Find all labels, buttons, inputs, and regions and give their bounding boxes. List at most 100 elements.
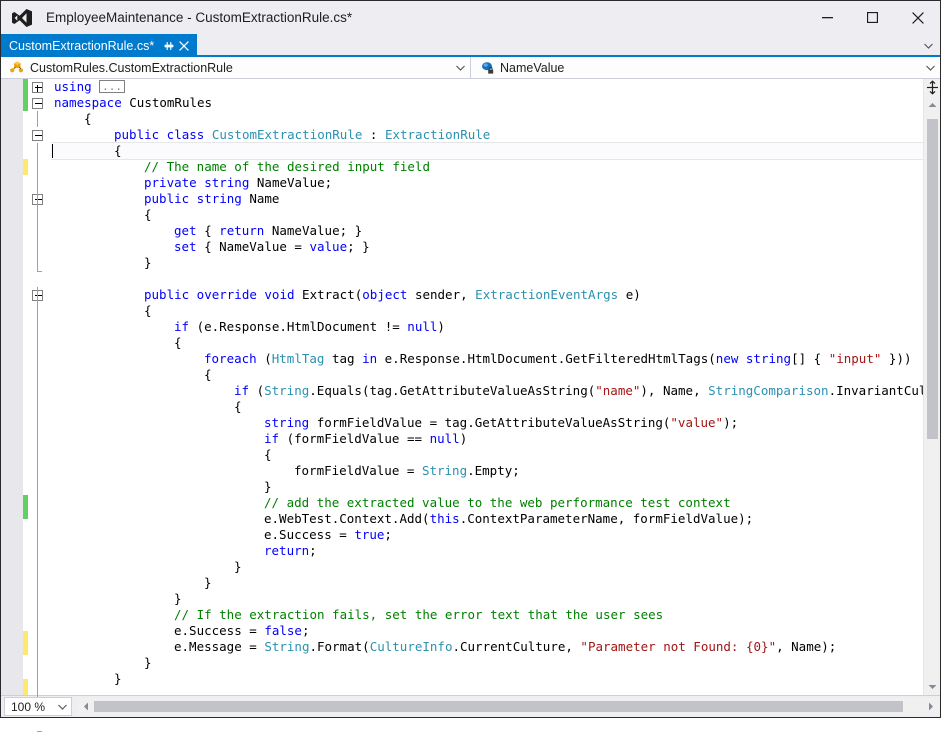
code-line[interactable]: } xyxy=(51,559,923,575)
window-controls xyxy=(805,1,940,34)
code-line[interactable]: if (String.Equals(tag.GetAttributeValueA… xyxy=(51,383,923,399)
code-token: "name" xyxy=(595,383,641,398)
code-line[interactable]: { xyxy=(51,303,923,319)
code-token: // If the extraction fails, set the erro… xyxy=(174,607,664,622)
code-line[interactable]: } xyxy=(51,255,923,271)
code-token: .ContextParameterName, formFieldValue); xyxy=(459,511,754,526)
tab-label: CustomExtractionRule.cs* xyxy=(9,38,155,53)
code-line[interactable]: formFieldValue = String.Empty; xyxy=(51,463,923,479)
code-line[interactable]: namespace CustomRules xyxy=(51,95,923,111)
code-line[interactable] xyxy=(51,271,923,287)
member-dropdown-value: NameValue xyxy=(500,60,565,75)
scroll-up-arrow-icon[interactable] xyxy=(924,96,940,113)
horizontal-scrollbar-thumb[interactable] xyxy=(94,701,903,712)
outline-connector xyxy=(37,191,38,271)
code-line[interactable]: public override void Extract(object send… xyxy=(51,287,923,303)
namespace-collapser[interactable] xyxy=(32,98,43,109)
minimize-button[interactable] xyxy=(805,1,850,34)
using-region-expander[interactable] xyxy=(32,82,43,93)
close-button[interactable] xyxy=(895,1,940,34)
code-token: .CurrentCulture, xyxy=(452,639,581,654)
code-text[interactable]: using ... namespace CustomRules{public cl… xyxy=(51,79,923,695)
code-line[interactable]: return; xyxy=(51,543,923,559)
code-token: { xyxy=(144,207,152,222)
code-token: true xyxy=(354,527,385,542)
code-token: public string xyxy=(144,191,250,206)
code-line[interactable]: public string Name xyxy=(51,191,923,207)
code-line[interactable]: { xyxy=(51,207,923,223)
maximize-button[interactable] xyxy=(850,1,895,34)
zoom-level-dropdown[interactable]: 100 % xyxy=(4,697,72,716)
code-line[interactable]: // add the extracted value to the web pe… xyxy=(51,495,923,511)
code-line[interactable]: } xyxy=(51,655,923,671)
split-view-icon[interactable] xyxy=(924,79,940,96)
code-token: : xyxy=(362,127,385,142)
code-line[interactable]: } xyxy=(51,591,923,607)
class-collapser[interactable] xyxy=(32,130,43,141)
code-line[interactable]: foreach (HtmlTag tag in e.Response.HtmlD… xyxy=(51,351,923,367)
close-icon[interactable] xyxy=(176,38,191,53)
collapsed-region-box[interactable]: ... xyxy=(99,80,126,93)
code-line[interactable]: e.Message = String.Format(CultureInfo.Cu… xyxy=(51,639,923,655)
code-line[interactable]: // If the extraction fails, set the erro… xyxy=(51,607,923,623)
code-token: ExtractionRule xyxy=(384,127,491,142)
code-line[interactable]: string formFieldValue = tag.GetAttribute… xyxy=(51,415,923,431)
outlining-margin[interactable] xyxy=(28,79,51,732)
code-line[interactable]: e.WebTest.Context.Add(this.ContextParame… xyxy=(51,511,923,527)
pin-icon[interactable] xyxy=(161,38,176,53)
code-token: } xyxy=(114,671,122,686)
code-token: foreach xyxy=(204,351,265,366)
code-token: { xyxy=(84,111,92,126)
code-line[interactable]: { xyxy=(51,335,923,351)
code-token: NameValue; } xyxy=(271,223,363,238)
member-dropdown[interactable]: NameValue xyxy=(471,57,940,78)
code-line[interactable]: public class CustomExtractionRule : Extr… xyxy=(51,127,923,143)
chevron-down-icon[interactable] xyxy=(920,38,936,54)
vertical-scrollbar-thumb[interactable] xyxy=(927,119,938,439)
scroll-left-arrow-icon[interactable] xyxy=(77,698,94,715)
class-icon xyxy=(9,60,25,76)
code-token: ) xyxy=(459,431,468,446)
outline-glyph-v xyxy=(37,85,38,92)
code-token: ) xyxy=(437,319,445,334)
document-tab-custom-extraction-rule[interactable]: CustomExtractionRule.cs* xyxy=(1,34,198,57)
code-line[interactable]: { xyxy=(51,111,923,127)
code-token: } xyxy=(144,255,152,270)
code-line[interactable]: using ... xyxy=(51,79,923,95)
code-text-surface[interactable]: using ... namespace CustomRules{public cl… xyxy=(51,79,923,695)
code-line[interactable]: { xyxy=(51,367,923,383)
code-token: get xyxy=(174,223,205,238)
code-token: { xyxy=(204,223,220,238)
code-token: if xyxy=(264,431,287,446)
scroll-down-arrow-icon[interactable] xyxy=(924,678,940,695)
scroll-right-arrow-icon[interactable] xyxy=(922,698,939,715)
code-token: formFieldValue = xyxy=(294,463,422,478)
code-line[interactable]: e.Success = true; xyxy=(51,527,923,543)
code-line[interactable]: } xyxy=(51,575,923,591)
indicator-margin[interactable] xyxy=(1,79,23,695)
code-line[interactable]: { xyxy=(51,447,923,463)
code-line[interactable]: } xyxy=(51,479,923,495)
code-token: } xyxy=(144,655,152,670)
outline-glyph-h xyxy=(35,103,42,104)
code-line[interactable]: set { NameValue = value; } xyxy=(51,239,923,255)
horizontal-scrollbar[interactable] xyxy=(77,698,939,715)
code-line[interactable]: // The name of the desired input field xyxy=(51,159,923,175)
code-line[interactable]: { xyxy=(51,399,923,415)
chevron-down-icon[interactable] xyxy=(926,57,935,78)
document-tab-strip: CustomExtractionRule.cs* xyxy=(1,34,940,57)
vertical-scrollbar[interactable] xyxy=(923,79,940,695)
code-line[interactable]: get { return NameValue; } xyxy=(51,223,923,239)
chevron-down-icon[interactable] xyxy=(58,698,67,715)
type-dropdown[interactable]: CustomRules.CustomExtractionRule xyxy=(1,57,471,78)
code-line[interactable]: if (e.Response.HtmlDocument != null) xyxy=(51,319,923,335)
code-token: e.WebTest.Context.Add( xyxy=(264,511,430,526)
code-line[interactable]: if (formFieldValue == null) xyxy=(51,431,923,447)
code-line[interactable]: } xyxy=(51,671,923,687)
code-token: { NameValue = xyxy=(204,239,310,254)
code-line[interactable]: private string NameValue; xyxy=(51,175,923,191)
code-line[interactable]: { xyxy=(51,142,923,160)
chevron-down-icon[interactable] xyxy=(456,57,465,78)
code-token: .InvariantCultureIgnoreCas xyxy=(828,383,923,398)
code-line[interactable]: e.Success = false; xyxy=(51,623,923,639)
